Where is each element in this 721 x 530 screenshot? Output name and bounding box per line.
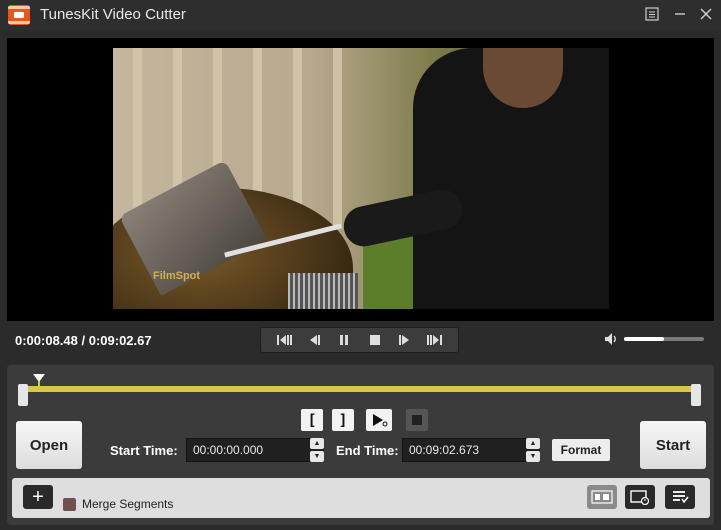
- pause-icon[interactable]: [333, 330, 355, 350]
- chevron-up-icon[interactable]: ▲: [526, 438, 540, 449]
- open-button[interactable]: Open: [16, 421, 82, 469]
- playback-controls: [260, 327, 459, 353]
- title-bar: TunesKit Video Cutter: [0, 0, 721, 30]
- volume-slider[interactable]: [624, 337, 704, 341]
- mark-out-button[interactable]: ]: [332, 409, 354, 431]
- app-title: TunesKit Video Cutter: [40, 6, 186, 23]
- close-icon[interactable]: [694, 3, 718, 25]
- segment-list-icon[interactable]: [587, 485, 617, 509]
- start-time-input[interactable]: [186, 438, 324, 462]
- video-preview-frame: FilmSpot: [7, 38, 714, 321]
- volume-level-fill: [624, 337, 664, 341]
- next-segment-icon[interactable]: [424, 330, 446, 350]
- timeline-track[interactable]: [22, 386, 697, 392]
- segment-end-handle[interactable]: [691, 384, 701, 406]
- end-time-input[interactable]: [402, 438, 540, 462]
- volume-icon[interactable]: [604, 331, 620, 347]
- start-button[interactable]: Start: [640, 421, 706, 469]
- output-folder-icon[interactable]: [625, 485, 655, 509]
- end-time-stepper[interactable]: ▲ ▼: [526, 438, 540, 462]
- video-watermark: FilmSpot: [153, 270, 201, 282]
- mark-in-button[interactable]: [: [301, 409, 323, 431]
- stop-icon[interactable]: [364, 330, 386, 350]
- start-time-label: Start Time:: [110, 443, 178, 458]
- merge-segments-label: Merge Segments: [82, 497, 174, 511]
- chevron-up-icon[interactable]: ▲: [310, 438, 324, 449]
- merge-segments-checkbox[interactable]: [63, 498, 76, 511]
- minimize-icon[interactable]: [668, 3, 692, 25]
- chevron-down-icon[interactable]: ▼: [310, 451, 324, 462]
- step-back-icon[interactable]: [303, 330, 325, 350]
- video-frame-image: FilmSpot: [113, 48, 609, 309]
- menu-icon[interactable]: [640, 3, 664, 25]
- time-display: 0:00:08.48 / 0:09:02.67: [15, 333, 152, 348]
- start-time-stepper[interactable]: ▲ ▼: [310, 438, 324, 462]
- end-time-label: End Time:: [336, 443, 399, 458]
- step-forward-icon[interactable]: [394, 330, 416, 350]
- add-segment-button[interactable]: +: [23, 485, 53, 509]
- prev-segment-icon[interactable]: [273, 330, 295, 350]
- stop-preview-button[interactable]: [406, 409, 428, 431]
- task-list-icon[interactable]: [665, 485, 695, 509]
- segment-start-handle[interactable]: [18, 384, 28, 406]
- chevron-down-icon[interactable]: ▼: [526, 451, 540, 462]
- format-button[interactable]: Format: [552, 439, 610, 461]
- preview-segment-button[interactable]: [366, 409, 392, 431]
- app-logo-icon: [8, 5, 30, 25]
